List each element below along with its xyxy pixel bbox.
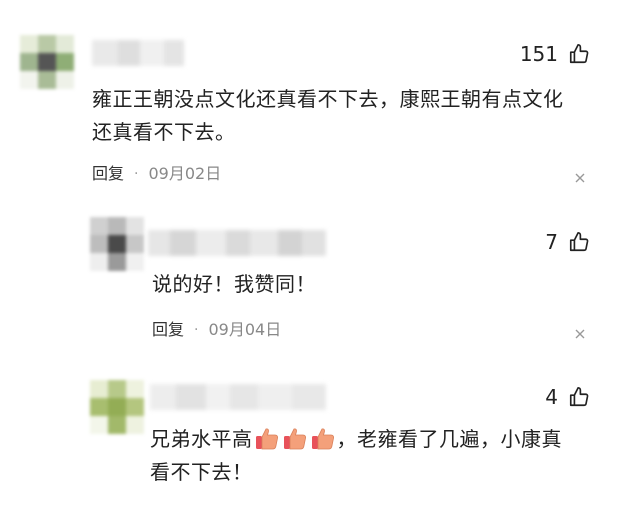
comment-text-segment: ，老雍看了几遍，小康真 (336, 427, 562, 451)
avatar[interactable] (90, 380, 144, 434)
thumbs-up-icon[interactable] (568, 386, 590, 408)
comment-2: 7 说的好！我赞同！ 回复 · 09月04日 (0, 200, 640, 360)
username-blurred[interactable] (148, 230, 326, 256)
comment-text-line: 看不下去！ (150, 460, 253, 484)
comment-text-segment: 兄弟水平高 (150, 427, 253, 451)
avatar[interactable] (20, 35, 74, 89)
close-icon[interactable] (574, 172, 586, 184)
comment-text-line: 说的好！我赞同！ (152, 272, 316, 296)
close-icon[interactable] (574, 328, 586, 340)
avatar[interactable] (90, 217, 144, 271)
thumbs-up-icon[interactable] (568, 43, 590, 65)
comment-date: 09月04日 (208, 320, 282, 339)
comment-text: 说的好！我赞同！ (152, 268, 316, 301)
comment-text: 雍正王朝没点文化还真看不下去，康熙王朝有点文化 还真看不下去。 (92, 83, 564, 149)
comment-text-line: 还真看不下去。 (92, 120, 236, 144)
comment-text: 兄弟水平高 ，老雍看了几遍，小康真 看不下去！ (150, 423, 562, 489)
thumbs-up-emoji-icon (255, 428, 278, 450)
comment-meta: 回复 · 09月02日 (92, 163, 221, 185)
thumbs-up-emoji-icon (283, 428, 306, 450)
like-count: 151 (519, 42, 558, 66)
separator-dot: · (134, 166, 139, 182)
comment-thread: 151 雍正王朝没点文化还真看不下去，康熙王朝有点文化 还真看不下去。 回复 ·… (0, 0, 640, 507)
reply-button[interactable]: 回复 (152, 319, 184, 341)
comment-date: 09月02日 (148, 164, 222, 183)
comment-1: 151 雍正王朝没点文化还真看不下去，康熙王朝有点文化 还真看不下去。 回复 ·… (0, 0, 640, 200)
comment-text-line: 雍正王朝没点文化还真看不下去，康熙王朝有点文化 (92, 87, 564, 111)
comment-text-line: 兄弟水平高 ，老雍看了几遍，小康真 (150, 423, 562, 456)
comment-meta: 回复 · 09月04日 (152, 319, 281, 341)
thumbs-up-icon[interactable] (568, 231, 590, 253)
username-blurred[interactable] (92, 40, 184, 66)
like-count: 4 (545, 385, 558, 409)
thumbs-up-emoji-icon (311, 428, 334, 450)
like-count: 7 (545, 230, 558, 254)
reply-button[interactable]: 回复 (92, 163, 124, 185)
username-blurred[interactable] (150, 384, 326, 410)
comment-3: 4 兄弟水平高 ，老雍看了几遍，小康真 看不下去！ (0, 360, 640, 507)
separator-dot: · (194, 322, 199, 338)
